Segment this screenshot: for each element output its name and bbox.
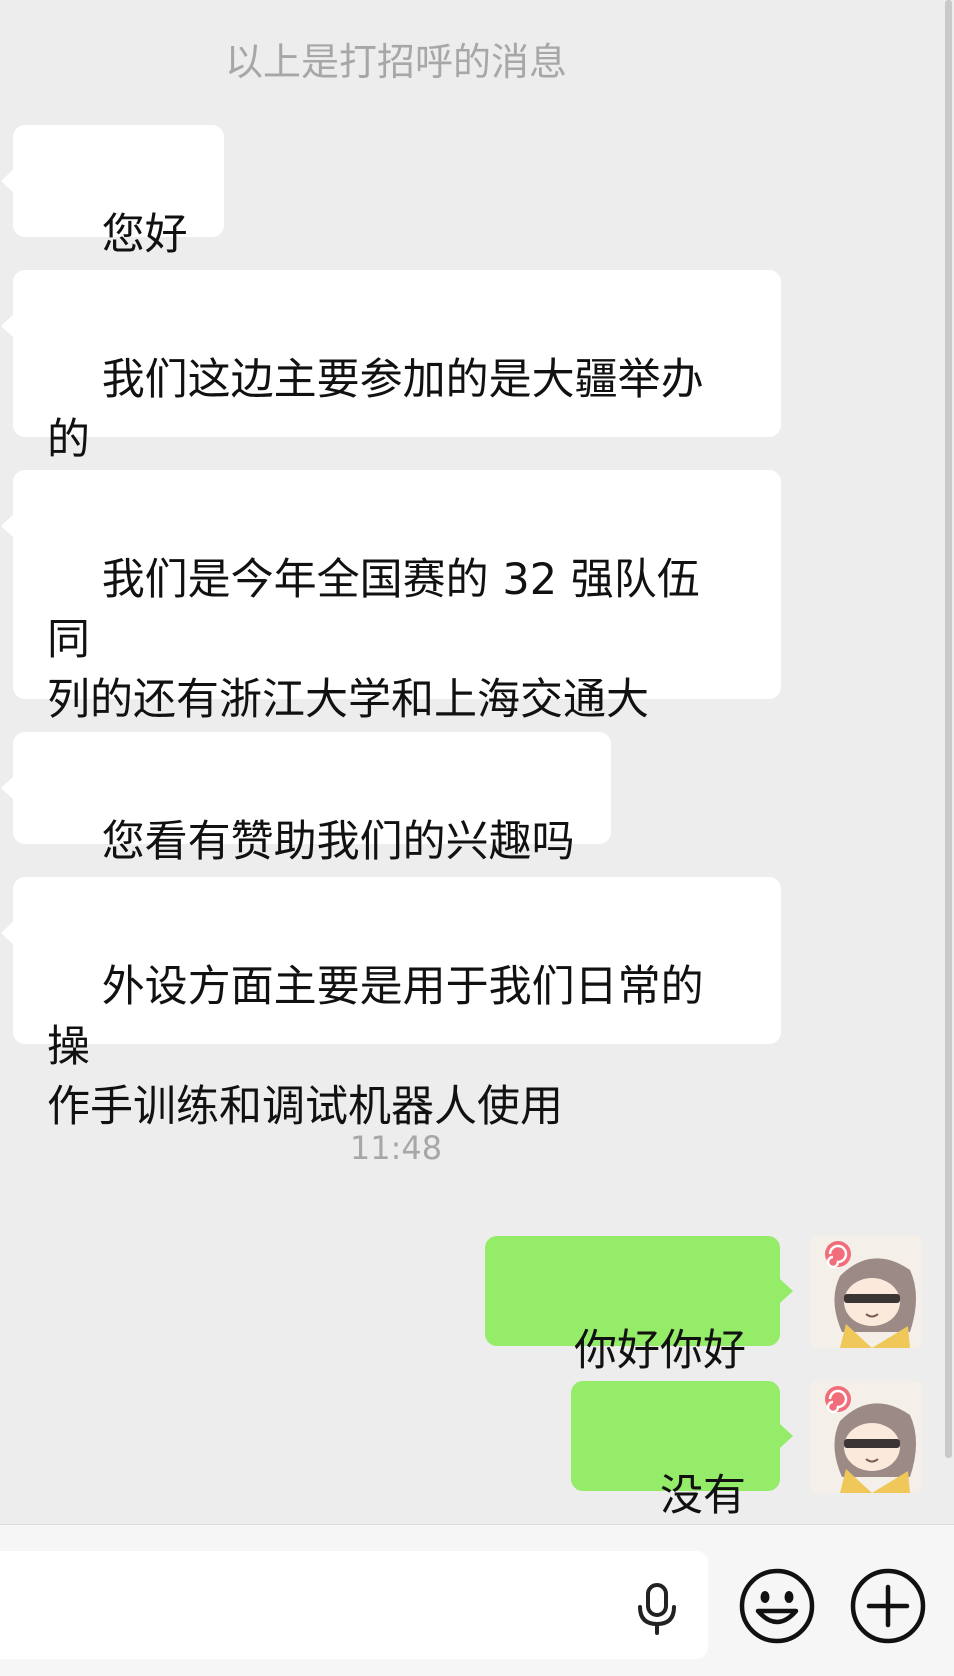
emoji-icon[interactable] — [738, 1567, 816, 1645]
incoming-message-bubble[interactable]: 外设方面主要是用于我们日常的操 作手训练和调试机器人使用 — [1, 877, 781, 1132]
avatar-illustration-icon — [810, 1236, 922, 1348]
system-notice: 以上是打招呼的消息 — [224, 40, 567, 84]
incoming-message-bubble[interactable]: 您看有赞助我们的兴趣吗 — [1, 732, 611, 867]
outgoing-message-bubble[interactable]: 没有 — [571, 1381, 793, 1521]
scrollbar[interactable] — [945, 0, 952, 1458]
message-text: 你好你好 — [574, 1326, 746, 1376]
message-text: 外设方面主要是用于我们日常的操 作手训练和调试机器人使用 — [47, 962, 704, 1132]
input-bar — [0, 1524, 954, 1676]
incoming-message-bubble[interactable]: 您好 — [1, 125, 224, 260]
outgoing-message-bubble[interactable]: 你好你好 — [485, 1236, 793, 1376]
message-text: 您好 — [101, 210, 188, 260]
microphone-icon[interactable] — [628, 1579, 686, 1637]
chat-message-area[interactable]: 以上是打招呼的消息 您好 我们这边主要参加的是大疆举办的 robomaster … — [0, 0, 954, 1524]
message-input[interactable] — [0, 1551, 708, 1659]
message-text: 您看有赞助我们的兴趣吗 — [101, 817, 575, 867]
incoming-message-bubble[interactable]: 我们是今年全国赛的 32 强队伍 同 列的还有浙江大学和上海交通大 学 我们的成… — [1, 470, 781, 785]
incoming-message-bubble[interactable]: 我们这边主要参加的是大疆举办的 robomaster 机甲大师赛事 — [1, 270, 781, 525]
plus-icon[interactable] — [849, 1567, 927, 1645]
user-avatar[interactable] — [810, 1236, 922, 1348]
avatar-illustration-icon — [810, 1381, 922, 1493]
message-text: 没有 — [660, 1471, 746, 1521]
message-timestamp: 11:48 — [349, 1129, 443, 1167]
user-avatar[interactable] — [810, 1381, 922, 1493]
